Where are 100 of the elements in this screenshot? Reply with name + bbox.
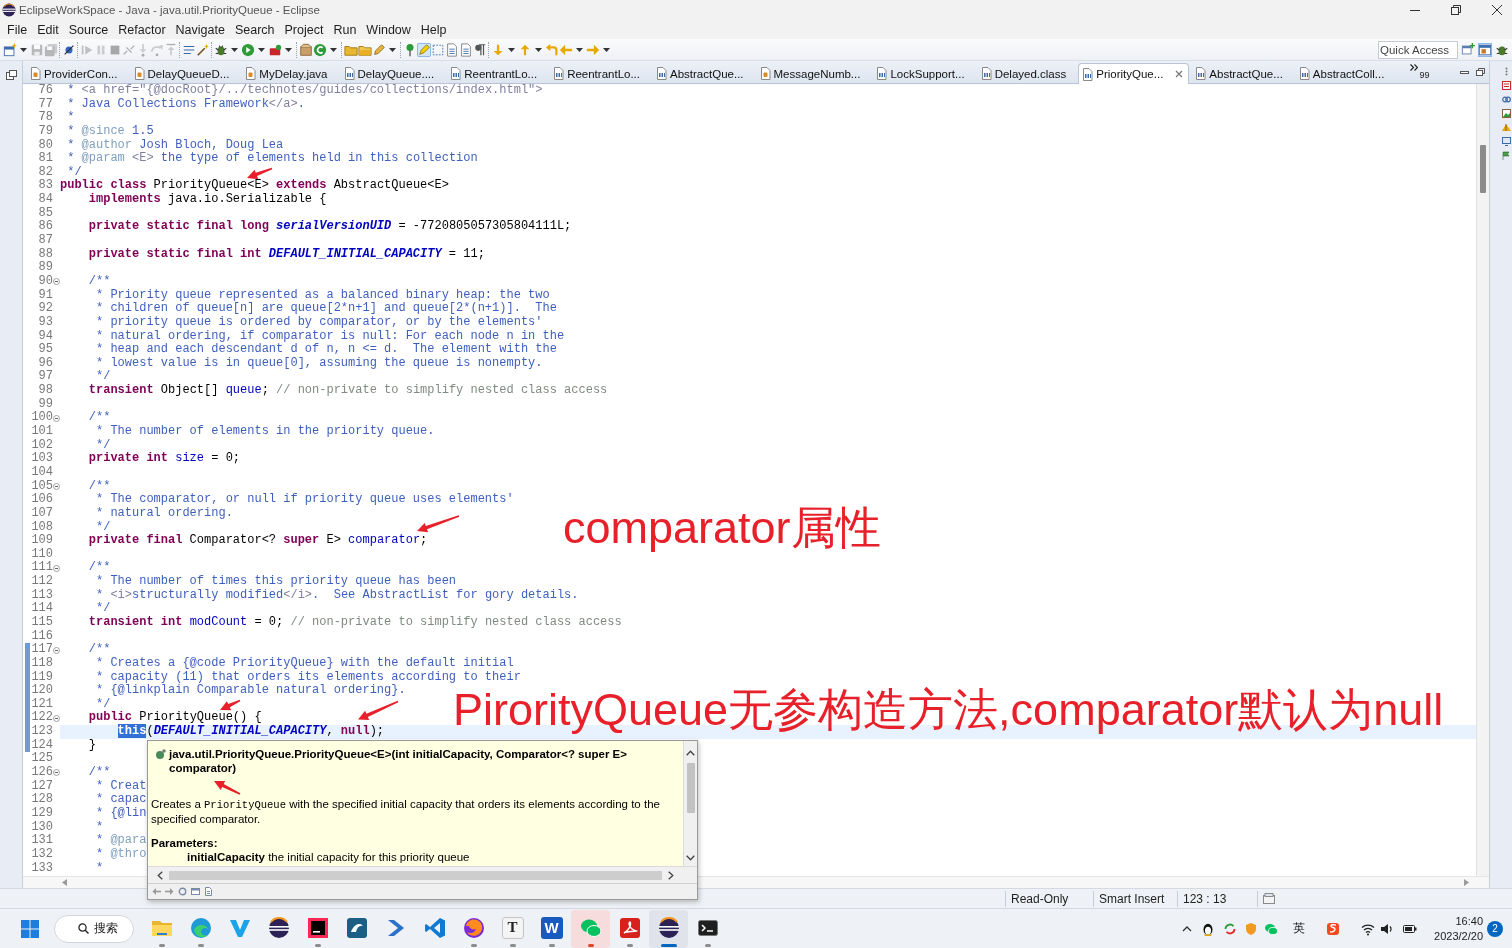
collapse-icon[interactable]	[53, 714, 60, 722]
caret-icon[interactable]	[603, 47, 610, 52]
editor-tab[interactable]: AbstractQue...	[1191, 63, 1289, 83]
editor-tab[interactable]: DelayQueueD...	[129, 63, 236, 83]
tab-overflow-button[interactable]: 99	[1410, 64, 1430, 80]
maximize-view-icon[interactable]	[1476, 68, 1485, 76]
menu-item[interactable]: Window	[361, 22, 416, 37]
collapse-icon[interactable]	[53, 414, 60, 422]
caret-icon[interactable]	[389, 47, 396, 52]
document-icon[interactable]	[445, 42, 459, 57]
right-arrow-icon[interactable]	[165, 887, 174, 896]
editor-tab[interactable]: ProviderCon...	[26, 63, 124, 83]
ring-icon[interactable]	[178, 887, 187, 896]
collapse-icon[interactable]	[53, 564, 60, 572]
penguin-icon[interactable]	[1201, 921, 1215, 936]
code-line: * natural ordering.	[95, 506, 233, 521]
menu-item[interactable]: Navigate	[170, 22, 230, 37]
toolbox-icon[interactable]	[268, 42, 282, 57]
restore-icon[interactable]	[1451, 5, 1461, 15]
app-logo: T	[501, 916, 524, 939]
clock-date[interactable]: 2023/2/20	[1434, 928, 1483, 944]
editor-tab[interactable]: AbstractColl...	[1294, 63, 1391, 83]
left-arrow-icon[interactable]	[152, 887, 161, 896]
editor-tab[interactable]: LockSupport...	[872, 63, 971, 83]
scrollbar-thumb[interactable]	[1480, 145, 1486, 193]
input-method-indicator[interactable]: 英	[1292, 920, 1306, 937]
editor-tab[interactable]: ReentrantLo...	[446, 63, 544, 83]
caret-icon[interactable]	[508, 47, 515, 52]
editor-tab[interactable]: ReentrantLo...	[549, 63, 646, 83]
package-icon[interactable]	[299, 42, 313, 57]
clipboard-icon[interactable]	[1502, 81, 1511, 90]
notification-badge[interactable]: 2	[1487, 920, 1503, 937]
scroll-up-icon[interactable]	[686, 750, 695, 756]
scroll-down-icon[interactable]	[686, 855, 695, 861]
taskbar-button[interactable]	[649, 909, 688, 948]
quick-access-field[interactable]: Quick Access	[1378, 40, 1458, 59]
menu-item[interactable]: Project	[279, 22, 329, 37]
flame-ball-icon	[461, 915, 486, 940]
taskbar-button[interactable]: W	[532, 909, 571, 948]
window-icon[interactable]	[191, 887, 200, 896]
paragraph-icon[interactable]	[473, 42, 487, 57]
close-icon[interactable]	[1492, 5, 1502, 15]
editor-tab[interactable]: MyDelay.java	[241, 63, 334, 83]
caret-icon[interactable]	[535, 47, 542, 52]
menu-item[interactable]: Source	[63, 22, 114, 37]
editor-tab[interactable]: MessageNumb...	[755, 63, 867, 83]
editor-tab[interactable]: AbstractQue...	[652, 63, 750, 83]
restore-view-icon[interactable]	[5, 70, 17, 80]
dotted-box-icon[interactable]	[431, 42, 445, 57]
wedge-icon[interactable]	[1502, 123, 1511, 132]
collapse-icon[interactable]	[53, 769, 60, 777]
new-window-icon[interactable]	[3, 42, 17, 57]
editor-tab[interactable]: DelayQueue....	[339, 63, 441, 83]
class-file-icon	[1082, 67, 1094, 81]
collapse-icon[interactable]	[53, 646, 60, 654]
caret-icon[interactable]	[285, 47, 292, 52]
monitor-icon[interactable]	[1502, 137, 1511, 146]
collapse-icon[interactable]	[53, 482, 60, 490]
editor-tab[interactable]: Delayed.class	[976, 63, 1073, 83]
menu-item[interactable]: Run	[328, 22, 362, 37]
scrollbar-thumb[interactable]	[169, 870, 662, 880]
start-icon[interactable]	[21, 919, 39, 938]
caret-icon[interactable]	[576, 47, 583, 52]
search-button[interactable]: 搜索	[54, 914, 134, 943]
menu-item[interactable]: File	[2, 22, 33, 37]
caret-icon[interactable]	[20, 47, 27, 52]
class-icon[interactable]	[313, 42, 327, 57]
highlighter-icon[interactable]	[417, 42, 431, 57]
code-line: * capacity (11) that orders its elements according to their	[95, 670, 521, 684]
speaker-icon[interactable]	[1380, 921, 1394, 936]
bug-icon[interactable]	[214, 42, 228, 57]
editor-tab[interactable]: PriorityQue...	[1078, 63, 1190, 84]
document-icon[interactable]	[204, 887, 213, 896]
scrollbar-thumb[interactable]	[686, 763, 695, 813]
code-line: * {@lin	[95, 806, 147, 821]
caret-icon[interactable]	[258, 47, 265, 52]
window-icon[interactable]	[1478, 42, 1492, 57]
class-file-icon	[876, 67, 888, 80]
scroll-right-icon[interactable]	[668, 870, 674, 880]
collapse-icon[interactable]	[53, 278, 60, 286]
wand-icon[interactable]	[196, 42, 210, 57]
document-icon[interactable]	[459, 42, 473, 57]
link-icon[interactable]	[1502, 95, 1511, 104]
menu-item[interactable]: Help	[415, 22, 452, 37]
code-line: * natural ordering, if comparator is null: For each node n in the	[95, 329, 565, 343]
flag-icon[interactable]	[1502, 151, 1511, 160]
caret-icon[interactable]	[231, 47, 238, 52]
menu-item[interactable]: Search	[229, 22, 280, 37]
menu-item[interactable]: Refactor	[113, 22, 171, 37]
wave-tile-icon[interactable]	[1326, 921, 1340, 936]
menu-item[interactable]: Edit	[32, 22, 64, 37]
clock-time[interactable]: 16:40	[1455, 913, 1483, 929]
box-icon[interactable]	[1263, 893, 1275, 904]
scroll-left-icon[interactable]	[157, 870, 163, 880]
sync-icon[interactable]	[1223, 921, 1237, 936]
taskbar-button[interactable]: T	[493, 909, 532, 948]
status-field: Smart Insert	[1093, 890, 1177, 907]
window-plus-icon[interactable]	[1461, 42, 1475, 57]
caret-icon[interactable]	[330, 47, 337, 52]
picture-icon[interactable]	[1502, 109, 1511, 118]
